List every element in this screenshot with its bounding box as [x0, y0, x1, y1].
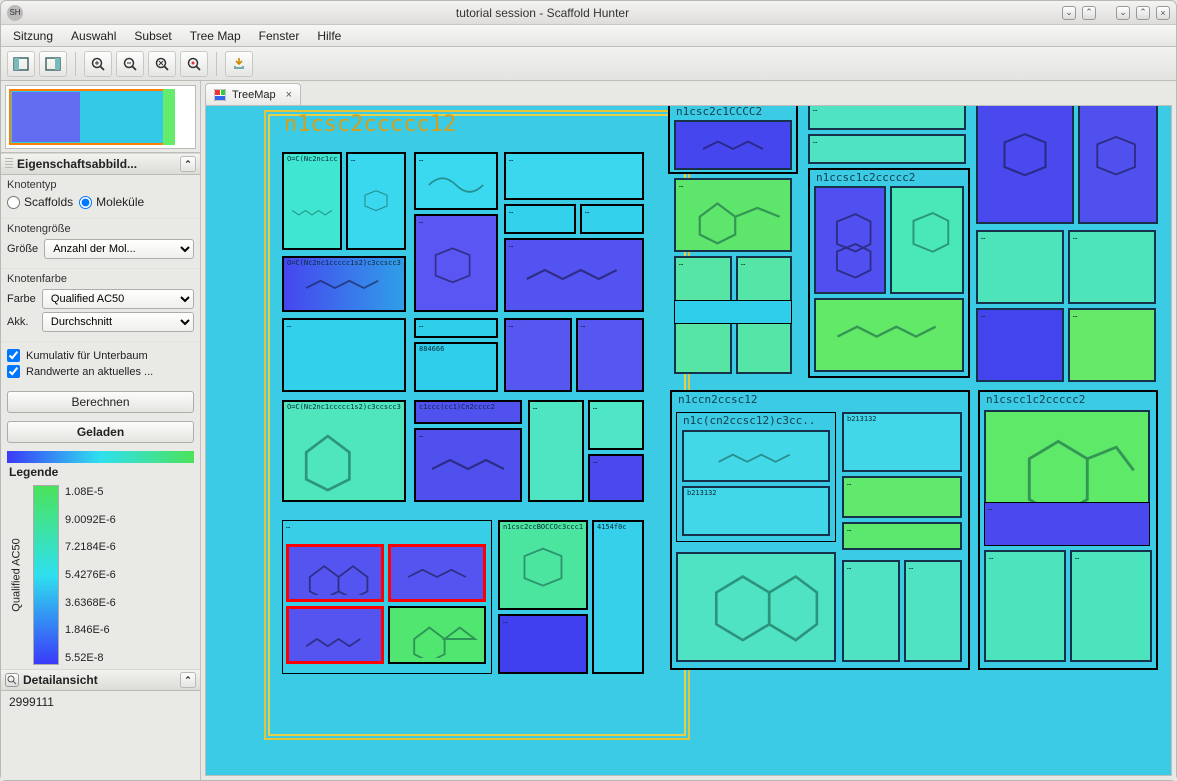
block-knotengroesse: Knotengröße Größe Anzahl der Mol... — [1, 219, 200, 269]
search-icon — [5, 673, 19, 687]
group-label-big: n1csc2ccccc12 — [284, 112, 456, 137]
toolbar — [1, 47, 1176, 81]
group-label: n1c(cn2ccsc12)c3cc.. — [683, 414, 815, 427]
select-groesse[interactable]: Anzahl der Mol... — [44, 239, 194, 259]
menu-auswahl[interactable]: Auswahl — [63, 27, 124, 45]
zoom-in-icon[interactable] — [84, 51, 112, 77]
group-label: n1csc2c1CCCC2 — [676, 105, 762, 118]
group-label: n1ccsc1c2ccccc2 — [816, 171, 915, 184]
treemap-icon — [214, 89, 226, 101]
tab-close-icon[interactable]: × — [286, 89, 292, 101]
group-label: n1ccn2ccsc12 — [678, 393, 757, 406]
legend-gradient — [33, 485, 59, 665]
panel-title-detail: Detailansicht — [23, 673, 98, 687]
panel-title-mapping: Eigenschaftsabbild... — [17, 157, 137, 171]
menubar: Sitzung Auswahl Subset Tree Map Fenster … — [1, 25, 1176, 47]
radio-scaffolds[interactable]: Scaffolds — [7, 195, 73, 209]
legend-title: Legende — [9, 465, 194, 479]
radio-molekuele[interactable]: Moleküle — [79, 195, 144, 209]
app-icon: SH — [7, 5, 23, 21]
titlebar-roll-down-icon[interactable]: ⌄ — [1062, 6, 1076, 20]
menu-subset[interactable]: Subset — [126, 27, 179, 45]
maximize-icon[interactable]: ⌃ — [1136, 6, 1150, 20]
menu-sitzung[interactable]: Sitzung — [5, 27, 61, 45]
berechnen-button[interactable]: Berechnen — [7, 391, 194, 413]
window-title: tutorial session - Scaffold Hunter — [23, 6, 1062, 20]
menu-hilfe[interactable]: Hilfe — [309, 27, 349, 45]
export-icon[interactable] — [225, 51, 253, 77]
sidebar: Eigenschaftsabbild... ⌃ Knotentyp Scaffo… — [1, 81, 201, 780]
block-knotenfarbe: Knotenfarbe Farbe Qualified AC50 Akk. Du… — [1, 269, 200, 342]
block-knotentyp: Knotentyp Scaffolds Moleküle — [1, 175, 200, 219]
check-randwerte[interactable] — [7, 365, 20, 378]
chevron-up-icon[interactable]: ⌃ — [180, 672, 196, 688]
label-akk: Akk. — [7, 316, 36, 328]
treemap-canvas[interactable]: n1csc2ccccc12 O=C(Nc2nc1ccccc1s2)c3ccscc… — [205, 105, 1172, 776]
label-groesse: Größe — [7, 243, 38, 255]
legend-axis-label: Qualified AC50 — [7, 485, 27, 665]
menu-fenster[interactable]: Fenster — [251, 27, 308, 45]
geladen-button[interactable]: Geladen — [7, 421, 194, 443]
select-akk[interactable]: Durchschnitt — [42, 312, 194, 332]
legend-ticks: 1.08E-5 9.0092E-6 7.2184E-6 5.4276E-6 3.… — [65, 485, 116, 665]
zoom-out-icon[interactable] — [116, 51, 144, 77]
panel-head-mapping[interactable]: Eigenschaftsabbild... ⌃ — [1, 153, 200, 175]
tab-label: TreeMap — [232, 89, 276, 101]
group-label: n1cscc1c2ccccc2 — [986, 393, 1085, 406]
legend-strip — [7, 451, 194, 463]
grip-icon — [5, 158, 13, 170]
menu-treemap[interactable]: Tree Map — [182, 27, 249, 45]
zoom-fit-icon[interactable] — [148, 51, 176, 77]
minimize-icon[interactable]: ⌄ — [1116, 6, 1130, 20]
zoom-region-icon[interactable] — [180, 51, 208, 77]
legend-knotenfarbe: Knotenfarbe — [7, 273, 194, 285]
legend-knotentyp: Knotentyp — [7, 179, 194, 191]
legend-panel: Legende Qualified AC50 1.08E-5 9.0092E-6… — [1, 447, 200, 669]
panel-right-icon[interactable] — [39, 51, 67, 77]
label-farbe: Farbe — [7, 293, 36, 305]
content-area: TreeMap × n1csc2ccccc12 O=C(Nc2nc1ccccc1… — [201, 81, 1176, 780]
minimap[interactable] — [1, 81, 200, 153]
select-farbe[interactable]: Qualified AC50 — [42, 289, 194, 309]
panel-head-detail[interactable]: Detailansicht ⌃ — [1, 669, 200, 691]
detail-value: 2999111 — [1, 691, 200, 713]
tabstrip: TreeMap × — [201, 81, 1176, 105]
titlebar: SH tutorial session - Scaffold Hunter ⌄ … — [1, 1, 1176, 25]
chevron-up-icon[interactable]: ⌃ — [180, 156, 196, 172]
close-icon[interactable]: × — [1156, 6, 1170, 20]
check-kumulativ[interactable] — [7, 349, 20, 362]
titlebar-roll-up-icon[interactable]: ⌃ — [1082, 6, 1096, 20]
panel-left-icon[interactable] — [7, 51, 35, 77]
tab-treemap[interactable]: TreeMap × — [205, 83, 301, 105]
legend-knotengroesse: Knotengröße — [7, 223, 194, 235]
